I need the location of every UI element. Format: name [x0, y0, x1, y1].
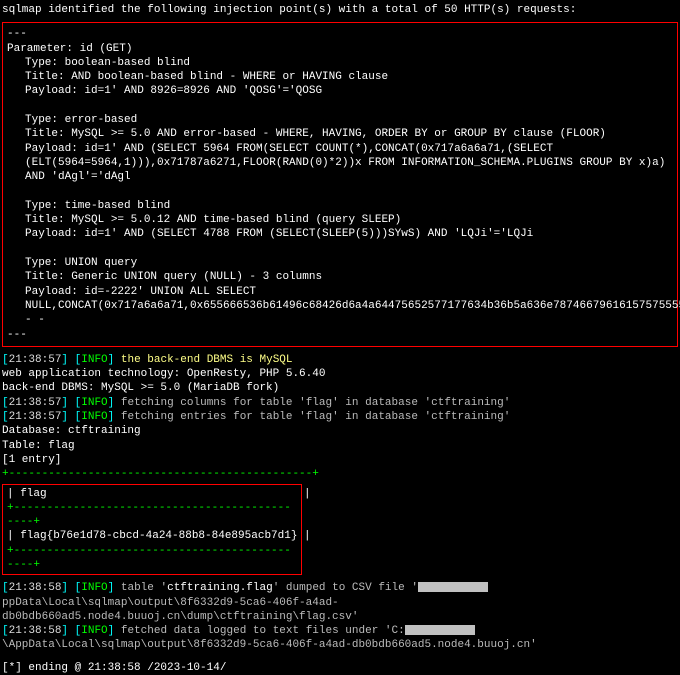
- inj-title-2: Title: MySQL >= 5.0.12 AND time-based bl…: [7, 213, 673, 227]
- log-line: [21:38:58] [INFO] fetched data logged to…: [2, 624, 678, 653]
- dashes-top: ---: [7, 27, 673, 41]
- flag-table-box: | flag | +------------------------------…: [2, 484, 302, 576]
- dashes-bot: ---: [7, 328, 673, 342]
- log-line: Table: flag: [2, 439, 678, 453]
- inj-type-0: Type: boolean-based blind: [7, 56, 673, 70]
- parameter-line: Parameter: id (GET): [7, 42, 673, 56]
- log-line: [21:38:57] [INFO] the back-end DBMS is M…: [2, 353, 678, 367]
- table-header: | flag |: [7, 487, 297, 501]
- ending-line: [*] ending @ 21:38:58 /2023-10-14/: [2, 661, 678, 675]
- inj-title-0: Title: AND boolean-based blind - WHERE o…: [7, 70, 673, 84]
- log-line: web application technology: OpenResty, P…: [2, 367, 678, 381]
- post-log-area: [21:38:58] [INFO] table 'ctftraining.fla…: [2, 581, 678, 652]
- inj-payload-1: Payload: id=1' AND (SELECT 5964 FROM(SEL…: [7, 142, 673, 185]
- redacted-block: [418, 582, 488, 592]
- injection-box: --- Parameter: id (GET) Type: boolean-ba…: [2, 22, 678, 347]
- intro-line: sqlmap identified the following injectio…: [2, 2, 678, 20]
- inj-payload-2: Payload: id=1' AND (SELECT 4788 FROM (SE…: [7, 227, 673, 241]
- log-line: [21:38:58] [INFO] table 'ctftraining.fla…: [2, 581, 678, 624]
- table-bot-dash: +---------------------------------------…: [7, 544, 297, 573]
- inj-type-3: Type: UNION query: [7, 256, 673, 270]
- table-mid-dash: +---------------------------------------…: [7, 501, 297, 530]
- table-top-dash: +---------------------------------------…: [2, 467, 678, 481]
- log-area: [21:38:57] [INFO] the back-end DBMS is M…: [2, 353, 678, 467]
- inj-type-2: Type: time-based blind: [7, 199, 673, 213]
- log-line: [1 entry]: [2, 453, 678, 467]
- redacted-block: [405, 625, 475, 635]
- inj-payload-0: Payload: id=1' AND 8926=8926 AND 'QOSG'=…: [7, 84, 673, 98]
- inj-payload-3: Payload: id=-2222' UNION ALL SELECT NULL…: [7, 285, 673, 328]
- inj-type-1: Type: error-based: [7, 113, 673, 127]
- inj-title-1: Title: MySQL >= 5.0 AND error-based - WH…: [7, 127, 673, 141]
- log-line: [21:38:57] [INFO] fetching entries for t…: [2, 410, 678, 424]
- log-line: back-end DBMS: MySQL >= 5.0 (MariaDB for…: [2, 381, 678, 395]
- table-flag-row: | flag{b76e1d78-cbcd-4a24-88b8-84e895acb…: [7, 529, 297, 543]
- inj-title-3: Title: Generic UNION query (NULL) - 3 co…: [7, 270, 673, 284]
- log-line: [21:38:57] [INFO] fetching columns for t…: [2, 396, 678, 410]
- log-line: Database: ctftraining: [2, 424, 678, 438]
